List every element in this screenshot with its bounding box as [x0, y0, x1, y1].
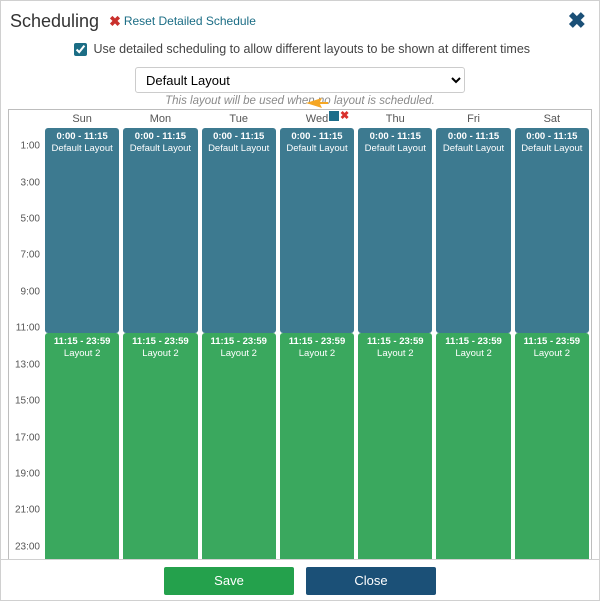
- hour-label: 17:00: [15, 432, 40, 443]
- schedule-block[interactable]: 11:15 - 23:59Layout 2: [436, 333, 510, 563]
- schedule-block[interactable]: 11:15 - 23:59Layout 2: [123, 333, 197, 563]
- close-icon[interactable]: ✖: [564, 8, 590, 34]
- schedule-grid: SunMonTueWed✖ThuFriSat 1:00 3:00 5:00 7:00 9…: [8, 109, 592, 564]
- schedule-block[interactable]: 11:15 - 23:59Layout 2: [45, 333, 119, 563]
- schedule-block[interactable]: 0:00 - 11:15Default Layout: [202, 128, 276, 333]
- hour-label: 19:00: [15, 468, 40, 479]
- schedule-block[interactable]: 0:00 - 11:15Default Layout: [358, 128, 432, 333]
- hour-label: 11:00: [16, 323, 40, 334]
- hour-label: 9:00: [21, 286, 40, 297]
- schedule-block[interactable]: 0:00 - 11:15Default Layout: [515, 128, 589, 333]
- day-header-sat: Sat: [513, 110, 591, 128]
- hour-label: 5:00: [21, 214, 40, 225]
- puzzle-icon[interactable]: [329, 111, 339, 121]
- schedule-block[interactable]: 11:15 - 23:59Layout 2: [280, 333, 354, 563]
- day-header-sun: Sun: [43, 110, 121, 128]
- day-column-wed: 0:00 - 11:15Default Layout11:15 - 23:59L…: [280, 128, 354, 563]
- hour-label: 23:00: [15, 541, 40, 552]
- close-button[interactable]: Close: [306, 567, 436, 595]
- hour-label: 21:00: [15, 505, 40, 516]
- reset-detailed-schedule-link[interactable]: ✖ Reset Detailed Schedule: [109, 13, 256, 30]
- use-detailed-scheduling-checkbox[interactable]: [74, 43, 87, 56]
- day-column-mon: 0:00 - 11:15Default Layout11:15 - 23:59L…: [123, 128, 197, 563]
- hour-label: 1:00: [21, 141, 40, 152]
- schedule-block[interactable]: 0:00 - 11:15Default Layout: [123, 128, 197, 333]
- dialog-title: Scheduling: [10, 11, 99, 32]
- default-layout-select[interactable]: Default Layout: [135, 67, 465, 93]
- delete-icon[interactable]: ✖: [340, 111, 349, 121]
- schedule-block[interactable]: 11:15 - 23:59Layout 2: [358, 333, 432, 563]
- day-column-fri: 0:00 - 11:15Default Layout11:15 - 23:59L…: [436, 128, 510, 563]
- reset-label: Reset Detailed Schedule: [124, 14, 256, 28]
- day-header-fri: Fri: [434, 110, 512, 128]
- schedule-block[interactable]: 0:00 - 11:15Default Layout: [280, 128, 354, 333]
- day-header-mon: Mon: [121, 110, 199, 128]
- save-button[interactable]: Save: [164, 567, 294, 595]
- layout-select-hint: This layout will be used when no layout …: [0, 95, 600, 107]
- use-detailed-scheduling-label: Use detailed scheduling to allow differe…: [93, 42, 530, 56]
- hour-label: 7:00: [21, 250, 40, 261]
- hour-label: 13:00: [15, 359, 40, 370]
- schedule-block[interactable]: 11:15 - 23:59Layout 2: [202, 333, 276, 563]
- wed-edit-icons[interactable]: ✖: [329, 111, 349, 121]
- day-column-thu: 0:00 - 11:15Default Layout11:15 - 23:59L…: [358, 128, 432, 563]
- day-header-tue: Tue: [200, 110, 278, 128]
- day-column-sat: 0:00 - 11:15Default Layout11:15 - 23:59L…: [515, 128, 589, 563]
- hour-label: 15:00: [15, 396, 40, 407]
- schedule-block[interactable]: 0:00 - 11:15Default Layout: [45, 128, 119, 333]
- day-header-wed: Wed✖: [278, 110, 356, 128]
- reset-x-icon: ✖: [109, 13, 121, 30]
- schedule-block[interactable]: 0:00 - 11:15Default Layout: [436, 128, 510, 333]
- day-column-sun: 0:00 - 11:15Default Layout11:15 - 23:59L…: [45, 128, 119, 563]
- schedule-block[interactable]: 11:15 - 23:59Layout 2: [515, 333, 589, 563]
- day-header-thu: Thu: [356, 110, 434, 128]
- day-column-tue: 0:00 - 11:15Default Layout11:15 - 23:59L…: [202, 128, 276, 563]
- hour-label: 3:00: [21, 177, 40, 188]
